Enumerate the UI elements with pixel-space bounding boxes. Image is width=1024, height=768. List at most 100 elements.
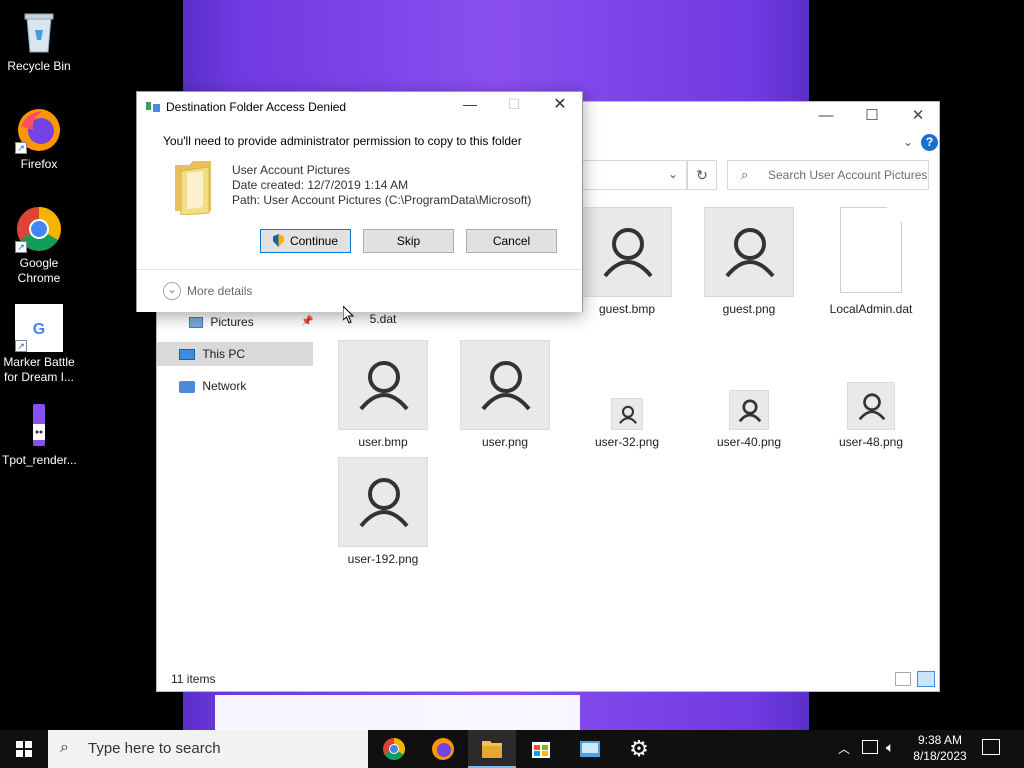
network-status-icon[interactable] xyxy=(862,740,878,754)
taskbar-firefox-button[interactable] xyxy=(419,730,467,768)
taskbar-chrome-button[interactable] xyxy=(370,730,418,768)
file-item[interactable]: user.bmp xyxy=(328,340,438,449)
expand-chevron-icon[interactable]: ⌄ xyxy=(163,282,181,300)
desktop-icon-label: Marker Battle for Dream I... xyxy=(3,355,75,384)
chevron-down-icon[interactable]: ⌄ xyxy=(903,135,913,149)
maximize-icon: ☐ xyxy=(507,96,521,112)
minimize-icon[interactable]: — xyxy=(457,96,483,116)
dialog-message: You'll need to provide administrator per… xyxy=(163,134,522,148)
file-item[interactable]: guest.png xyxy=(694,207,804,316)
desktop-icon-tpot-render[interactable]: Tpot_render... xyxy=(2,402,77,468)
desktop-icon-label: Google Chrome xyxy=(17,256,61,285)
file-name: user-40.png xyxy=(716,435,782,449)
shortcut-arrow-icon: ↗ xyxy=(15,340,27,352)
minimize-icon[interactable]: — xyxy=(803,102,849,132)
continue-button[interactable]: Continue xyxy=(260,229,351,253)
file-item[interactable]: user-192.png xyxy=(328,457,438,566)
user-avatar-icon xyxy=(460,340,550,430)
file-item[interactable]: user-32.png xyxy=(572,340,682,449)
help-icon[interactable]: ? xyxy=(921,134,938,151)
nav-item-pictures[interactable]: Pictures 📌 xyxy=(189,310,315,334)
folder-icon xyxy=(171,157,215,216)
user-avatar-icon xyxy=(582,207,672,297)
blank-file-icon xyxy=(840,207,902,293)
chrome-icon: ↗ xyxy=(15,205,63,253)
file-name: user-48.png xyxy=(838,435,904,449)
cancel-button[interactable]: Cancel xyxy=(466,229,557,253)
pin-icon[interactable]: 📌 xyxy=(301,310,313,334)
admin-shield-icon xyxy=(272,234,284,247)
more-details-link[interactable]: More details xyxy=(187,284,252,298)
folder-date-created: Date created: 12/7/2019 1:14 AM xyxy=(232,178,409,192)
gear-icon: ⚙ xyxy=(629,736,649,761)
user-avatar-icon xyxy=(729,390,769,430)
google-doc-icon: G ↗ xyxy=(15,304,63,352)
file-name: user.bmp xyxy=(358,435,408,449)
notifications-icon[interactable] xyxy=(982,739,1000,755)
file-name: user-192.png xyxy=(347,552,419,566)
wallpaper-highlight xyxy=(215,695,580,730)
taskbar-store-button[interactable] xyxy=(517,730,565,768)
network-icon xyxy=(179,380,195,393)
user-avatar-icon xyxy=(704,207,794,297)
skip-button[interactable]: Skip xyxy=(363,229,454,253)
desktop-icon-firefox[interactable]: ↗ Firefox xyxy=(2,106,76,172)
file-name: user.png xyxy=(481,435,529,449)
taskbar-clock[interactable]: 9:38 AM 8/18/2023 xyxy=(910,732,970,764)
close-icon[interactable]: ✕ xyxy=(895,102,941,132)
file-name: user-32.png xyxy=(594,435,660,449)
taskbar: Type here to search ⌕ ⚙ ︿ 🔈︎ 9:38 AM 8/1… xyxy=(0,730,1024,768)
search-input[interactable]: Search User Account Pictures xyxy=(727,160,929,190)
user-avatar-icon xyxy=(338,340,428,430)
nav-item-label: Pictures xyxy=(210,315,254,329)
show-hidden-icons-chevron-icon[interactable]: ︿ xyxy=(838,740,850,757)
desktop-icon-recycle-bin[interactable]: Recycle Bin xyxy=(2,8,76,74)
folder-path: Path: User Account Pictures (C:\ProgramD… xyxy=(232,193,532,207)
file-name: guest.bmp xyxy=(598,302,656,316)
continue-label: Continue xyxy=(289,234,339,248)
search-icon: ⌕ xyxy=(60,739,69,756)
shortcut-arrow-icon: ↗ xyxy=(15,241,27,253)
copy-dialog-icon xyxy=(146,102,160,112)
file-item[interactable]: user-40.png xyxy=(694,340,804,449)
user-avatar-icon xyxy=(338,457,428,547)
taskbar-settings-button[interactable]: ⚙ xyxy=(615,730,663,768)
details-view-icon[interactable] xyxy=(895,672,911,686)
desktop-icon-google-chrome[interactable]: ↗ Google Chrome xyxy=(2,205,76,286)
file-item[interactable]: LocalAdmin.dat xyxy=(816,207,926,316)
dialog-title: Destination Folder Access Denied xyxy=(166,100,347,114)
details-bar: ⌄ More details xyxy=(137,269,582,312)
volume-icon[interactable]: 🔈︎ xyxy=(886,739,894,756)
file-item[interactable]: user.png xyxy=(450,340,560,449)
refresh-icon[interactable]: ↻ xyxy=(687,160,717,190)
recycle-bin-icon xyxy=(15,8,63,56)
item-count: 11 items xyxy=(171,672,216,686)
nav-item-network[interactable]: Network xyxy=(179,374,313,398)
file-name: guest.png xyxy=(722,302,776,316)
nav-item-label: Network xyxy=(202,379,247,393)
mouse-cursor-icon xyxy=(342,304,355,324)
taskbar-search-input[interactable]: Type here to search xyxy=(48,730,368,768)
access-denied-dialog[interactable]: Destination Folder Access Denied — ☐ ✕ Y… xyxy=(136,91,583,312)
computer-icon xyxy=(179,349,195,361)
folder-info: User Account Pictures Date created: 12/7… xyxy=(232,163,531,208)
maximize-icon[interactable]: ☐ xyxy=(849,102,895,132)
nav-item-this-pc[interactable]: This PC xyxy=(157,342,313,366)
desktop-icon-label: Firefox xyxy=(20,157,58,171)
desktop-icon-label: Recycle Bin xyxy=(7,59,71,73)
file-item[interactable]: guest.bmp xyxy=(572,207,682,316)
chevron-down-icon[interactable]: ⌄ xyxy=(668,167,678,181)
taskbar-control-panel-button[interactable] xyxy=(566,730,614,768)
status-bar: 11 items xyxy=(157,667,939,691)
folder-name: User Account Pictures xyxy=(232,163,351,177)
start-button[interactable] xyxy=(0,730,48,768)
desktop-icon-label: Tpot_render... xyxy=(2,453,77,467)
clock-date: 8/18/2023 xyxy=(913,749,967,763)
file-item[interactable]: user-48.png xyxy=(816,340,926,449)
taskbar-file-explorer-button[interactable] xyxy=(468,730,516,768)
file-name: LocalAdmin.dat xyxy=(829,302,913,316)
firefox-icon: ↗ xyxy=(15,106,63,154)
close-icon[interactable]: ✕ xyxy=(547,94,573,114)
desktop-icon-marker-battle[interactable]: G ↗ Marker Battle for Dream I... xyxy=(2,304,76,385)
large-icons-view-icon[interactable] xyxy=(917,671,935,687)
